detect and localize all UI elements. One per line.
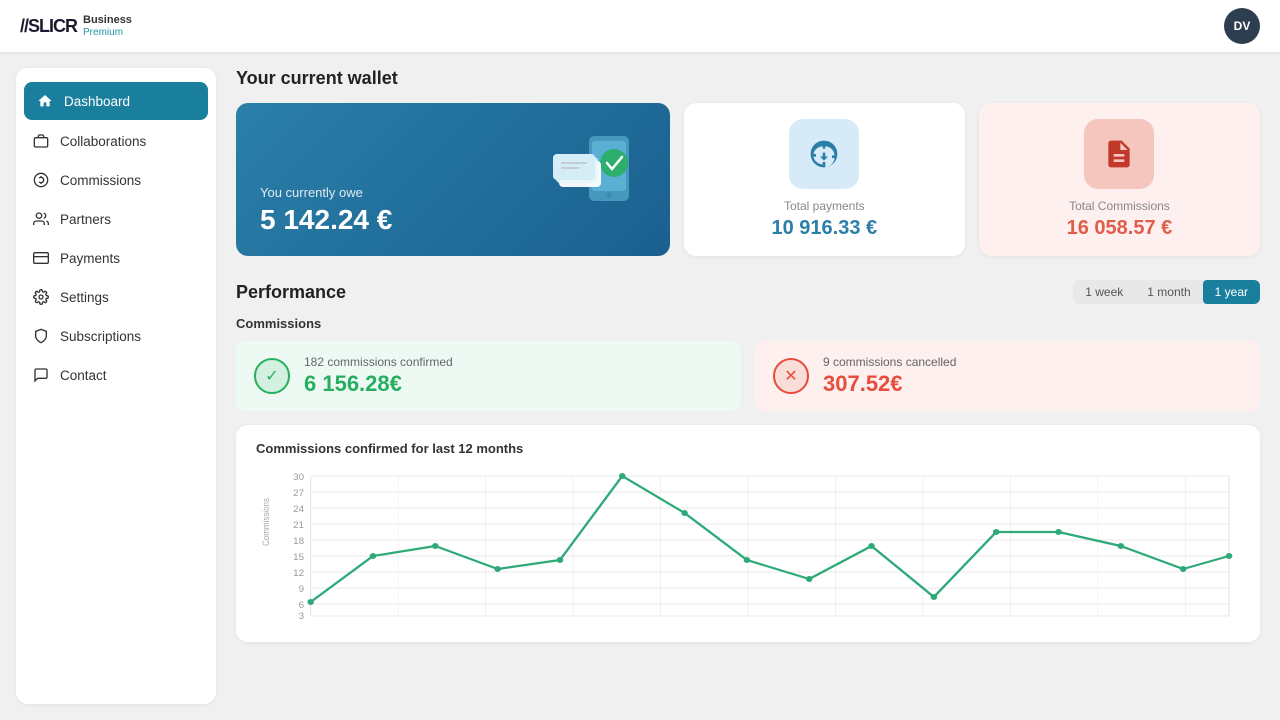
- svg-text:3: 3: [299, 610, 304, 620]
- svg-text:9: 9: [299, 583, 304, 593]
- confirmed-info: 182 commissions confirmed 6 156.28€: [304, 355, 453, 397]
- confirmed-amount: 6 156.28€: [304, 371, 453, 397]
- period-tab-week[interactable]: 1 week: [1073, 280, 1135, 304]
- svg-text:18: 18: [293, 535, 304, 545]
- sidebar-label-partners: Partners: [60, 212, 111, 227]
- commissions-card-icon: [1084, 119, 1154, 189]
- sidebar-item-partners[interactable]: Partners: [16, 200, 216, 238]
- logo-slicr-text: //SLICR: [20, 16, 77, 37]
- sidebar-item-payments[interactable]: Payments: [16, 239, 216, 277]
- period-tab-month[interactable]: 1 month: [1135, 280, 1202, 304]
- svg-text:21: 21: [293, 519, 304, 529]
- settings-icon: [32, 288, 50, 306]
- sidebar-label-commissions: Commissions: [60, 173, 141, 188]
- main-layout: Dashboard Collaborations Commissions Par…: [0, 52, 1280, 720]
- cancelled-amount: 307.52€: [823, 371, 956, 397]
- commissions-section-label: Commissions: [236, 316, 1260, 331]
- cancelled-sublabel: 9 commissions cancelled: [823, 355, 956, 369]
- svg-text:24: 24: [293, 503, 304, 513]
- logo-business-label: Business: [83, 14, 132, 26]
- logo-premium-label: Premium: [83, 27, 132, 38]
- sidebar-label-subscriptions: Subscriptions: [60, 329, 141, 344]
- sidebar-label-settings: Settings: [60, 290, 109, 305]
- collaborations-icon: [32, 132, 50, 150]
- chart-title: Commissions confirmed for last 12 months: [256, 441, 1240, 456]
- partners-icon: [32, 210, 50, 228]
- commissions-card-amount: 16 058.57 €: [1067, 217, 1173, 240]
- svg-text:12: 12: [293, 567, 304, 577]
- wallet-payments-card: Total payments 10 916.33 €: [684, 103, 965, 256]
- performance-title: Performance: [236, 282, 346, 303]
- commissions-card-label: Total Commissions: [1069, 199, 1170, 213]
- payments-icon: [32, 249, 50, 267]
- main-content: Your current wallet: [216, 52, 1280, 720]
- wallet-commissions-card: Total Commissions 16 058.57 €: [979, 103, 1260, 256]
- chart-container: Commissions confirmed for last 12 months: [236, 425, 1260, 642]
- chart-area: 30 27 24 21 18 15 12 9 6 3 Commissions: [256, 466, 1240, 626]
- wallet-main-card: You currently owe 5 142.24 €: [236, 103, 670, 256]
- commissions-icon: [32, 171, 50, 189]
- period-tab-year[interactable]: 1 year: [1203, 280, 1260, 304]
- commissions-chart: 30 27 24 21 18 15 12 9 6 3 Commissions: [256, 466, 1240, 626]
- app-header: //SLICR Business Premium DV: [0, 0, 1280, 52]
- wallet-cards: You currently owe 5 142.24 € Total payme…: [236, 103, 1260, 256]
- sidebar-item-commissions[interactable]: Commissions: [16, 161, 216, 199]
- subscriptions-icon: [32, 327, 50, 345]
- logo: //SLICR Business Premium: [20, 14, 132, 37]
- payments-card-label: Total payments: [784, 199, 865, 213]
- svg-text:30: 30: [293, 471, 304, 481]
- avatar[interactable]: DV: [1224, 8, 1260, 44]
- confirmed-sublabel: 182 commissions confirmed: [304, 355, 453, 369]
- sidebar: Dashboard Collaborations Commissions Par…: [16, 68, 216, 704]
- payments-card-icon: [789, 119, 859, 189]
- confirmed-commissions-card: ✓ 182 commissions confirmed 6 156.28€: [236, 341, 741, 411]
- wallet-illustration: [534, 111, 654, 231]
- sidebar-item-subscriptions[interactable]: Subscriptions: [16, 317, 216, 355]
- performance-header: Performance 1 week 1 month 1 year: [236, 280, 1260, 304]
- sidebar-label-dashboard: Dashboard: [64, 94, 130, 109]
- cancelled-icon: ✕: [773, 358, 809, 394]
- svg-text:Commissions: Commissions: [261, 498, 271, 546]
- wallet-section-title: Your current wallet: [236, 68, 1260, 89]
- svg-text:15: 15: [293, 551, 304, 561]
- sidebar-item-contact[interactable]: Contact: [16, 356, 216, 394]
- sidebar-label-contact: Contact: [60, 368, 107, 383]
- home-icon: [36, 92, 54, 110]
- sidebar-item-dashboard[interactable]: Dashboard: [24, 82, 208, 120]
- sidebar-item-collaborations[interactable]: Collaborations: [16, 122, 216, 160]
- period-tabs: 1 week 1 month 1 year: [1073, 280, 1260, 304]
- svg-text:6: 6: [299, 599, 304, 609]
- sidebar-label-collaborations: Collaborations: [60, 134, 146, 149]
- wallet-main-label: You currently owe: [260, 185, 646, 200]
- payments-card-amount: 10 916.33 €: [772, 217, 878, 240]
- svg-text:27: 27: [293, 487, 304, 497]
- confirmed-icon: ✓: [254, 358, 290, 394]
- cancelled-commissions-card: ✕ 9 commissions cancelled 307.52€: [755, 341, 1260, 411]
- sidebar-item-settings[interactable]: Settings: [16, 278, 216, 316]
- commission-cards: ✓ 182 commissions confirmed 6 156.28€ ✕ …: [236, 341, 1260, 411]
- contact-icon: [32, 366, 50, 384]
- cancelled-info: 9 commissions cancelled 307.52€: [823, 355, 956, 397]
- sidebar-label-payments: Payments: [60, 251, 120, 266]
